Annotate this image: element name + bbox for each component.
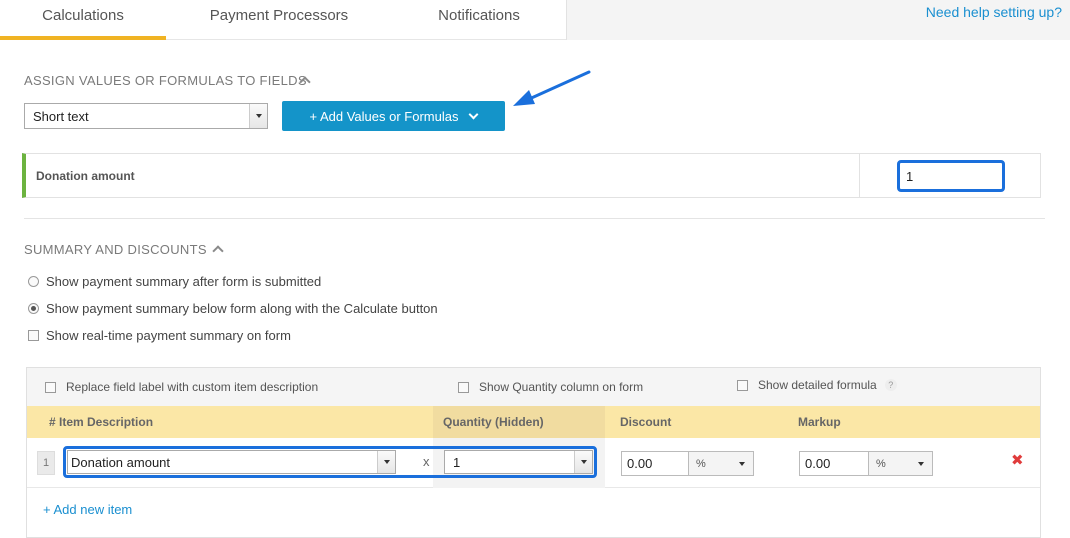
option-summary-below-form[interactable]: Show payment summary below form along wi… <box>28 301 438 316</box>
field-assignment-row: Donation amount <box>22 153 1041 198</box>
option-label: Show detailed formula <box>758 378 877 392</box>
payment-items-panel: Replace field label with custom item des… <box>26 367 1041 538</box>
tab-notifications[interactable]: Notifications <box>414 0 544 40</box>
quantity-select[interactable]: 1 <box>444 450 593 474</box>
option-show-formula[interactable]: Show detailed formula ? <box>737 378 897 392</box>
option-label: Show payment summary after form is submi… <box>46 274 322 289</box>
option-replace-label[interactable]: Replace field label with custom item des… <box>45 380 318 394</box>
summary-section-heading: SUMMARY AND DISCOUNTS <box>24 242 207 257</box>
chevron-down-icon <box>469 109 479 119</box>
help-icon[interactable]: ? <box>884 379 897 391</box>
dropdown-arrow-icon[interactable] <box>249 104 267 128</box>
field-value-input[interactable]: 1 <box>897 160 1005 192</box>
dropdown-arrow-icon[interactable] <box>574 451 592 473</box>
add-values-formulas-button[interactable]: + Add Values or Formulas <box>282 101 505 131</box>
option-show-quantity[interactable]: Show Quantity column on form <box>458 380 643 394</box>
dropdown-arrow-icon[interactable] <box>377 451 395 473</box>
field-label: Donation amount <box>36 168 135 183</box>
markup-unit-value: % <box>876 457 886 470</box>
header-discount: Discount <box>620 415 672 429</box>
row-number: 1 <box>37 451 55 475</box>
collapse-summary-icon[interactable] <box>212 245 224 257</box>
tab-calculations[interactable]: Calculations <box>0 0 166 40</box>
quantity-value: 1 <box>453 454 461 470</box>
header-markup: Markup <box>798 415 841 429</box>
option-summary-after-submit[interactable]: Show payment summary after form is submi… <box>28 274 321 289</box>
discount-input[interactable]: 0.00 <box>621 451 689 476</box>
header-quantity: Quantity (Hidden) <box>443 415 544 429</box>
radio-selected-icon[interactable] <box>28 303 39 314</box>
help-link[interactable]: Need help setting up? <box>926 4 1062 20</box>
delete-row-icon[interactable]: ✖ <box>1011 451 1024 469</box>
field-type-select-value: Short text <box>33 108 89 124</box>
discount-unit-value: % <box>696 457 706 470</box>
field-type-select[interactable]: Short text <box>24 103 268 129</box>
section-divider <box>24 218 1045 219</box>
option-realtime-summary[interactable]: Show real-time payment summary on form <box>28 328 291 343</box>
checkbox-icon[interactable] <box>45 381 56 393</box>
option-label: Replace field label with custom item des… <box>66 380 319 394</box>
dropdown-arrow-icon <box>918 461 924 466</box>
panel-options-bar: Replace field label with custom item des… <box>27 368 1040 406</box>
table-header: # Item Description Quantity (Hidden) Dis… <box>27 406 1040 438</box>
checkbox-icon[interactable] <box>28 330 39 341</box>
option-label: Show payment summary below form along wi… <box>46 301 438 316</box>
annotation-arrow-icon <box>513 70 591 106</box>
assign-section-heading: ASSIGN VALUES OR FORMULAS TO FIELDS <box>24 73 307 88</box>
discount-unit-select[interactable]: % <box>688 451 754 476</box>
checkbox-icon[interactable] <box>737 379 748 391</box>
option-label: Show Quantity column on form <box>479 380 644 394</box>
row-divider <box>859 154 860 197</box>
add-values-formulas-label: + Add Values or Formulas <box>309 108 459 124</box>
item-description-select[interactable]: Donation amount <box>67 450 396 474</box>
checkbox-icon[interactable] <box>458 381 469 393</box>
table-row: 1 Donation amount x 1 0.00 % 0.00 % ✖ <box>27 438 1040 488</box>
option-label: Show real-time payment summary on form <box>46 328 291 343</box>
item-description-value: Donation amount <box>71 454 171 470</box>
tab-payment-processors[interactable]: Payment Processors <box>188 0 370 40</box>
add-new-item-link[interactable]: + Add new item <box>43 502 132 517</box>
radio-icon[interactable] <box>28 276 39 287</box>
markup-input[interactable]: 0.00 <box>799 451 869 476</box>
header-item-description: # Item Description <box>49 415 154 429</box>
dropdown-arrow-icon <box>739 461 745 466</box>
tab-bar: Calculations Payment Processors Notifica… <box>0 0 1070 40</box>
multiply-sign: x <box>423 454 430 469</box>
markup-unit-select[interactable]: % <box>868 451 933 476</box>
